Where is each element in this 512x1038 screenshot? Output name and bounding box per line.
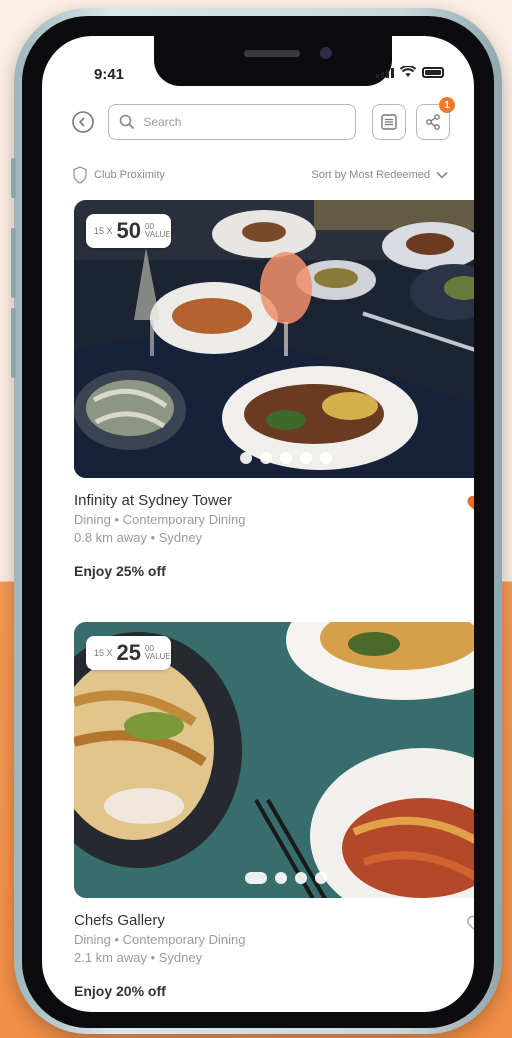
venue-distance: 0.8 km away • Sydney bbox=[74, 530, 203, 545]
notification-badge: 1 bbox=[438, 97, 455, 113]
points-badge: 15 X 50 00 VALUE bbox=[86, 214, 171, 248]
venue-info: Chefs Gallery Dining • Contemporary Dini… bbox=[74, 898, 474, 999]
sort-dropdown[interactable]: Sort by Most Redeemed bbox=[311, 169, 448, 181]
mute-switch bbox=[11, 158, 16, 198]
search-icon bbox=[120, 114, 135, 130]
venue-category: Dining • Contemporary Dining bbox=[74, 932, 246, 947]
filter-row: Club Proximity Sort by Most Redeemed bbox=[72, 164, 448, 186]
search-bar[interactable] bbox=[108, 104, 356, 140]
back-button[interactable] bbox=[70, 108, 96, 136]
carousel-dot-active[interactable] bbox=[245, 872, 267, 884]
shield-icon bbox=[73, 166, 87, 184]
front-camera bbox=[320, 47, 332, 59]
venue-distance: 2.1 km away • Sydney bbox=[74, 950, 203, 965]
points-value: 50 bbox=[116, 218, 141, 243]
share-icon bbox=[426, 114, 440, 130]
sort-label: Sort by Most Redeemed bbox=[311, 169, 430, 181]
heart-filled-icon[interactable] bbox=[466, 494, 474, 514]
carousel-dot[interactable] bbox=[280, 452, 292, 464]
points-multiplier: 15 X bbox=[94, 647, 113, 658]
venue-name: Infinity at Sydney Tower bbox=[74, 492, 233, 509]
points-value: 25 bbox=[116, 640, 141, 665]
venue-image[interactable]: 15 X 25 00 VALUE bbox=[74, 622, 474, 898]
carousel-dots[interactable] bbox=[240, 452, 332, 464]
volume-up-button bbox=[11, 228, 16, 298]
volume-down-button bbox=[11, 308, 16, 378]
carousel-dot[interactable] bbox=[295, 872, 307, 884]
venue-image[interactable]: 15 X 50 00 VALUE bbox=[74, 200, 474, 478]
venue-category: Dining • Contemporary Dining bbox=[74, 512, 246, 527]
points-multiplier: 15 X bbox=[94, 225, 113, 236]
carousel-dot[interactable] bbox=[300, 452, 312, 464]
venue-card[interactable]: 15 X 50 00 VALUE Infinity at Sydney Towe… bbox=[74, 200, 474, 579]
list-icon bbox=[381, 114, 397, 130]
carousel-dot[interactable] bbox=[315, 872, 327, 884]
carousel-dot[interactable] bbox=[260, 452, 272, 464]
share-button[interactable]: 1 bbox=[415, 97, 455, 140]
top-bar: 1 bbox=[70, 97, 455, 142]
speaker bbox=[244, 50, 300, 57]
battery-icon bbox=[422, 67, 444, 78]
back-icon bbox=[72, 111, 94, 133]
venue-card[interactable]: 15 X 25 00 VALUE Chefs Gallery Dining • … bbox=[74, 622, 474, 999]
venue-info: Infinity at Sydney Tower Dining • Contem… bbox=[74, 478, 474, 579]
heart-outline-icon[interactable] bbox=[466, 914, 474, 934]
carousel-dot[interactable] bbox=[320, 452, 332, 464]
phone-bezel: 9:41 Search 1 Club Proximity Sort by Mos… bbox=[22, 16, 494, 1028]
venue-name: Chefs Gallery bbox=[74, 912, 165, 929]
venue-offer: Enjoy 25% off bbox=[74, 563, 166, 579]
list-view-button[interactable] bbox=[371, 104, 406, 140]
wifi-icon bbox=[400, 66, 416, 77]
chevron-down-icon bbox=[436, 171, 448, 179]
notch bbox=[154, 36, 392, 86]
carousel-dot[interactable] bbox=[240, 452, 252, 464]
search-input[interactable] bbox=[143, 115, 344, 129]
points-unit: 00 VALUE bbox=[145, 222, 171, 239]
signal-icon bbox=[376, 68, 394, 78]
venue-offer: Enjoy 20% off bbox=[74, 983, 166, 999]
points-badge: 15 X 25 00 VALUE bbox=[86, 636, 171, 670]
location-filter[interactable]: Club Proximity bbox=[72, 166, 165, 184]
location-filter-label: Club Proximity bbox=[94, 169, 165, 181]
phone-frame: 9:41 Search 1 Club Proximity Sort by Mos… bbox=[11, 8, 502, 1034]
points-unit: 00 VALUE bbox=[145, 644, 171, 661]
carousel-dots[interactable] bbox=[245, 872, 327, 884]
status-time: 9:41 bbox=[94, 66, 125, 83]
carousel-dot[interactable] bbox=[275, 872, 287, 884]
app-screen: 9:41 Search 1 Club Proximity Sort by Mos… bbox=[42, 36, 474, 1012]
status-icons bbox=[376, 66, 444, 78]
